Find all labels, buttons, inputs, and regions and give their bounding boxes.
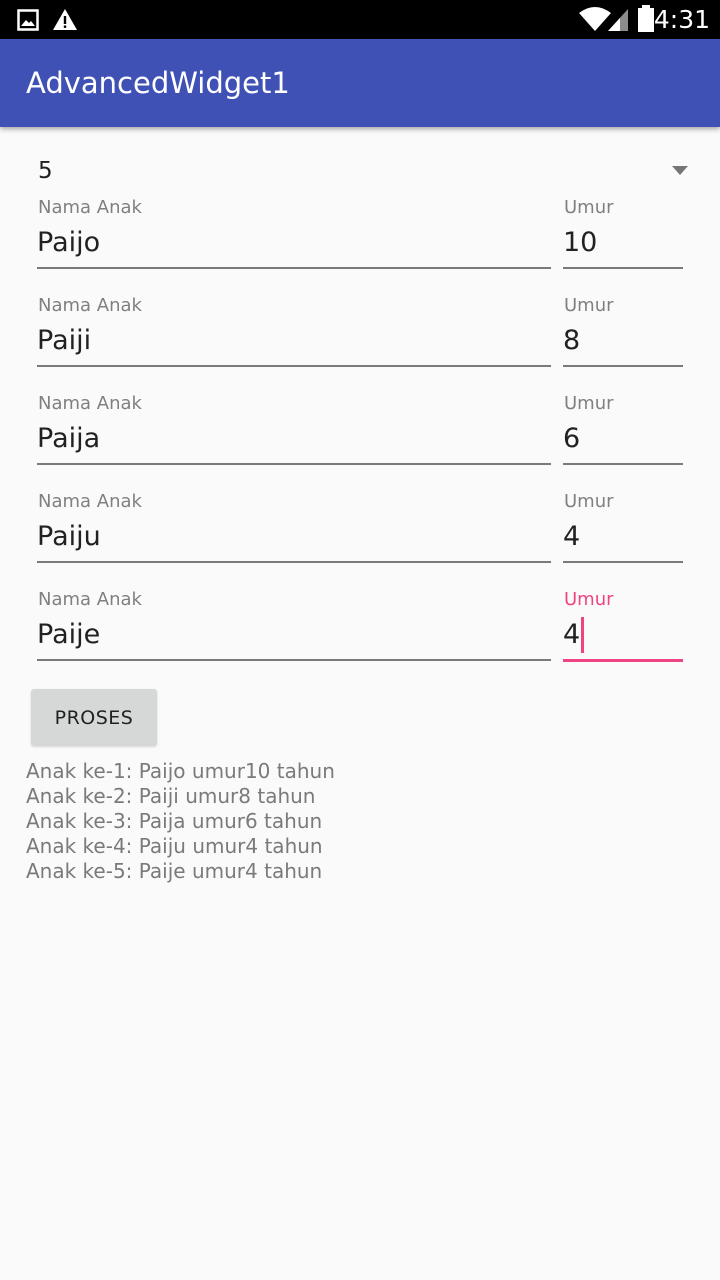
child-name-field[interactable]: Nama Anak Paijo (37, 197, 551, 273)
child-age-field[interactable]: Umur 4 (563, 491, 683, 567)
result-line: Anak ke-2: Paiji umur8 tahun (26, 784, 316, 808)
child-age-input[interactable]: 8 (563, 321, 683, 361)
child-name-input[interactable]: Paiju (37, 517, 551, 557)
child-age-label: Umur (564, 197, 614, 218)
field-underline (37, 659, 551, 661)
child-age-label: Umur (564, 491, 614, 512)
child-age-input[interactable]: 10 (563, 223, 683, 263)
child-row: Nama Anak Paiju Umur 4 (0, 491, 720, 589)
child-name-label: Nama Anak (38, 589, 142, 610)
child-age-field[interactable]: Umur 10 (563, 197, 683, 273)
result-line: Anak ke-5: Paije umur4 tahun (26, 859, 323, 883)
field-underline (37, 267, 551, 269)
child-name-input[interactable]: Paije (37, 615, 551, 655)
count-spinner[interactable]: 5 (26, 150, 696, 194)
result-line: Anak ke-1: Paijo umur10 tahun (26, 759, 335, 783)
child-row: Nama Anak Paije Umur 4 (0, 589, 720, 687)
child-name-label: Nama Anak (38, 491, 142, 512)
app-title: AdvancedWidget1 (26, 66, 290, 100)
child-name-field[interactable]: Nama Anak Paiju (37, 491, 551, 567)
field-underline (37, 365, 551, 367)
image-icon (17, 9, 39, 31)
warning-icon (53, 9, 77, 30)
field-underline (563, 561, 683, 563)
status-bar: 4:31 (0, 0, 720, 39)
field-underline (37, 561, 551, 563)
child-row: Nama Anak Paiji Umur 8 (0, 295, 720, 393)
dropdown-arrow-icon (672, 166, 688, 175)
child-name-label: Nama Anak (38, 393, 142, 414)
child-age-input[interactable]: 6 (563, 419, 683, 459)
field-underline (563, 659, 683, 662)
child-name-input[interactable]: Paijo (37, 223, 551, 263)
field-underline (563, 365, 683, 367)
signal-icon (608, 9, 628, 31)
child-name-input[interactable]: Paija (37, 419, 551, 459)
child-row: Nama Anak Paijo Umur 10 (0, 197, 720, 295)
child-name-field[interactable]: Nama Anak Paije (37, 589, 551, 665)
clock: 4:31 (653, 5, 710, 34)
proses-button[interactable]: PROSES (31, 689, 157, 746)
spinner-selected-value: 5 (38, 158, 53, 184)
child-age-input[interactable]: 4 (563, 517, 683, 557)
battery-icon (638, 5, 654, 32)
field-underline (563, 267, 683, 269)
child-age-field[interactable]: Umur 8 (563, 295, 683, 371)
child-name-label: Nama Anak (38, 197, 142, 218)
child-name-label: Nama Anak (38, 295, 142, 316)
field-underline (563, 463, 683, 465)
child-age-label: Umur (564, 393, 614, 414)
child-age-input[interactable]: 4 (563, 615, 683, 655)
child-name-field[interactable]: Nama Anak Paija (37, 393, 551, 469)
child-name-input[interactable]: Paiji (37, 321, 551, 361)
result-line: Anak ke-4: Paiju umur4 tahun (26, 834, 323, 858)
child-age-value: 4 (563, 619, 581, 650)
app-bar: AdvancedWidget1 (0, 39, 720, 127)
child-name-field[interactable]: Nama Anak Paiji (37, 295, 551, 371)
child-age-label: Umur (564, 295, 614, 316)
text-cursor (581, 617, 585, 653)
child-age-label: Umur (564, 589, 614, 610)
result-line: Anak ke-3: Paija umur6 tahun (26, 809, 323, 833)
child-age-field-focused[interactable]: Umur 4 (563, 589, 683, 665)
child-row: Nama Anak Paija Umur 6 (0, 393, 720, 491)
child-age-field[interactable]: Umur 6 (563, 393, 683, 469)
result-text: Anak ke-1: Paijo umur10 tahun Anak ke-2:… (26, 759, 335, 884)
field-underline (37, 463, 551, 465)
